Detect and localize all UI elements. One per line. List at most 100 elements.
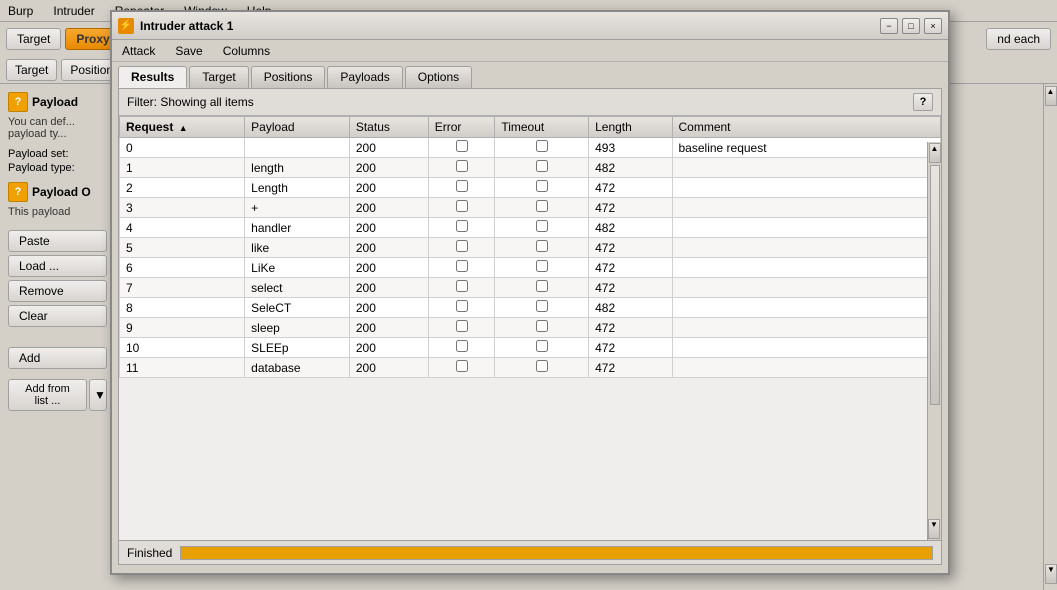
timeout-checkbox[interactable] (536, 220, 548, 232)
cell-payload: handler (245, 218, 350, 238)
table-scrollbar[interactable]: ▲ ▼ (927, 142, 941, 540)
cell-length: 472 (589, 258, 672, 278)
cell-payload: + (245, 198, 350, 218)
tab-results[interactable]: Results (118, 66, 187, 88)
table-row[interactable]: 8SeleCT200482 (120, 298, 941, 318)
error-checkbox[interactable] (456, 360, 468, 372)
col-timeout[interactable]: Timeout (495, 117, 589, 138)
cell-length: 493 (589, 138, 672, 158)
cell-timeout (495, 158, 589, 178)
close-button[interactable]: × (924, 18, 942, 34)
attack-window: ⚡ Intruder attack 1 − □ × Attack Save Co… (110, 10, 950, 575)
add-from-list-dropdown[interactable]: ▼ (89, 379, 107, 411)
timeout-checkbox[interactable] (536, 260, 548, 272)
error-checkbox[interactable] (456, 160, 468, 172)
tab-payloads[interactable]: Payloads (327, 66, 402, 88)
scroll-down-btn[interactable]: ▼ (1045, 564, 1057, 584)
minimize-button[interactable]: − (880, 18, 898, 34)
help-button[interactable]: ? (913, 93, 933, 111)
cell-status: 200 (349, 238, 428, 258)
cell-length: 472 (589, 358, 672, 378)
cell-payload: select (245, 278, 350, 298)
error-checkbox[interactable] (456, 180, 468, 192)
table-scroll-down[interactable]: ▼ (928, 519, 940, 539)
col-comment[interactable]: Comment (672, 117, 941, 138)
app-scrollbar[interactable]: ▲ ▼ (1043, 84, 1057, 590)
timeout-checkbox[interactable] (536, 180, 548, 192)
timeout-checkbox[interactable] (536, 280, 548, 292)
restore-button[interactable]: □ (902, 18, 920, 34)
error-checkbox[interactable] (456, 320, 468, 332)
paste-button[interactable]: Paste (8, 230, 107, 252)
cell-error (428, 278, 495, 298)
error-checkbox[interactable] (456, 260, 468, 272)
table-row[interactable]: 3+200472 (120, 198, 941, 218)
timeout-checkbox[interactable] (536, 340, 548, 352)
nd-each-btn[interactable]: nd each (986, 28, 1051, 50)
table-scroll-thumb[interactable] (930, 165, 940, 405)
error-checkbox[interactable] (456, 280, 468, 292)
col-error[interactable]: Error (428, 117, 495, 138)
table-row[interactable]: 5like200472 (120, 238, 941, 258)
table-row[interactable]: 11database200472 (120, 358, 941, 378)
cell-status: 200 (349, 198, 428, 218)
timeout-checkbox[interactable] (536, 160, 548, 172)
attack-menu-columns[interactable]: Columns (219, 42, 274, 60)
progress-fill (181, 547, 932, 559)
col-length[interactable]: Length (589, 117, 672, 138)
table-row[interactable]: 10SLEEp200472 (120, 338, 941, 358)
payload-type-label: Payload type: (8, 162, 107, 174)
timeout-checkbox[interactable] (536, 360, 548, 372)
error-checkbox[interactable] (456, 140, 468, 152)
error-checkbox[interactable] (456, 300, 468, 312)
add-from-list-button[interactable]: Add from list ... (8, 379, 87, 411)
menu-intruder[interactable]: Intruder (49, 2, 98, 20)
clear-button[interactable]: Clear (8, 305, 107, 327)
timeout-checkbox[interactable] (536, 320, 548, 332)
tab-positions[interactable]: Positions (251, 66, 326, 88)
scroll-up-btn[interactable]: ▲ (1045, 86, 1057, 106)
error-checkbox[interactable] (456, 220, 468, 232)
table-row[interactable]: 9sleep200472 (120, 318, 941, 338)
load-button[interactable]: Load ... (8, 255, 107, 277)
table-row[interactable]: 1length200482 (120, 158, 941, 178)
tab-target[interactable]: Target (189, 66, 248, 88)
col-status[interactable]: Status (349, 117, 428, 138)
results-table: Request ▲ Payload Status Error Timeout L… (119, 116, 941, 378)
tab-options[interactable]: Options (405, 66, 472, 88)
timeout-checkbox[interactable] (536, 300, 548, 312)
tab-target[interactable]: Target (6, 59, 57, 81)
error-checkbox[interactable] (456, 200, 468, 212)
cell-status: 200 (349, 338, 428, 358)
add-button[interactable]: Add (8, 347, 107, 369)
error-checkbox[interactable] (456, 340, 468, 352)
window-title: Intruder attack 1 (140, 19, 233, 33)
timeout-checkbox[interactable] (536, 240, 548, 252)
table-row[interactable]: 6LiKe200472 (120, 258, 941, 278)
cell-error (428, 318, 495, 338)
attack-menu-save[interactable]: Save (171, 42, 206, 60)
payload-section2-header: ? Payload O (8, 182, 107, 202)
cell-status: 200 (349, 178, 428, 198)
col-payload[interactable]: Payload (245, 117, 350, 138)
scroll-area[interactable]: Request ▲ Payload Status Error Timeout L… (119, 116, 941, 514)
cell-status: 200 (349, 278, 428, 298)
timeout-checkbox[interactable] (536, 200, 548, 212)
table-row[interactable]: 0200493baseline request (120, 138, 941, 158)
table-row[interactable]: 2Length200472 (120, 178, 941, 198)
payload-section1-icon: ? (8, 92, 28, 112)
menu-burp[interactable]: Burp (4, 2, 37, 20)
cell-length: 482 (589, 298, 672, 318)
col-request[interactable]: Request ▲ (120, 117, 245, 138)
attack-menu-attack[interactable]: Attack (118, 42, 159, 60)
table-row[interactable]: 7select200472 (120, 278, 941, 298)
table-row[interactable]: 4handler200482 (120, 218, 941, 238)
payload-section1-title: Payload (32, 95, 78, 109)
timeout-checkbox[interactable] (536, 140, 548, 152)
cell-comment (672, 278, 941, 298)
table-scroll-up[interactable]: ▲ (929, 143, 941, 163)
target-tab-btn[interactable]: Target (6, 28, 61, 50)
error-checkbox[interactable] (456, 240, 468, 252)
progress-bar (180, 546, 933, 560)
remove-button[interactable]: Remove (8, 280, 107, 302)
